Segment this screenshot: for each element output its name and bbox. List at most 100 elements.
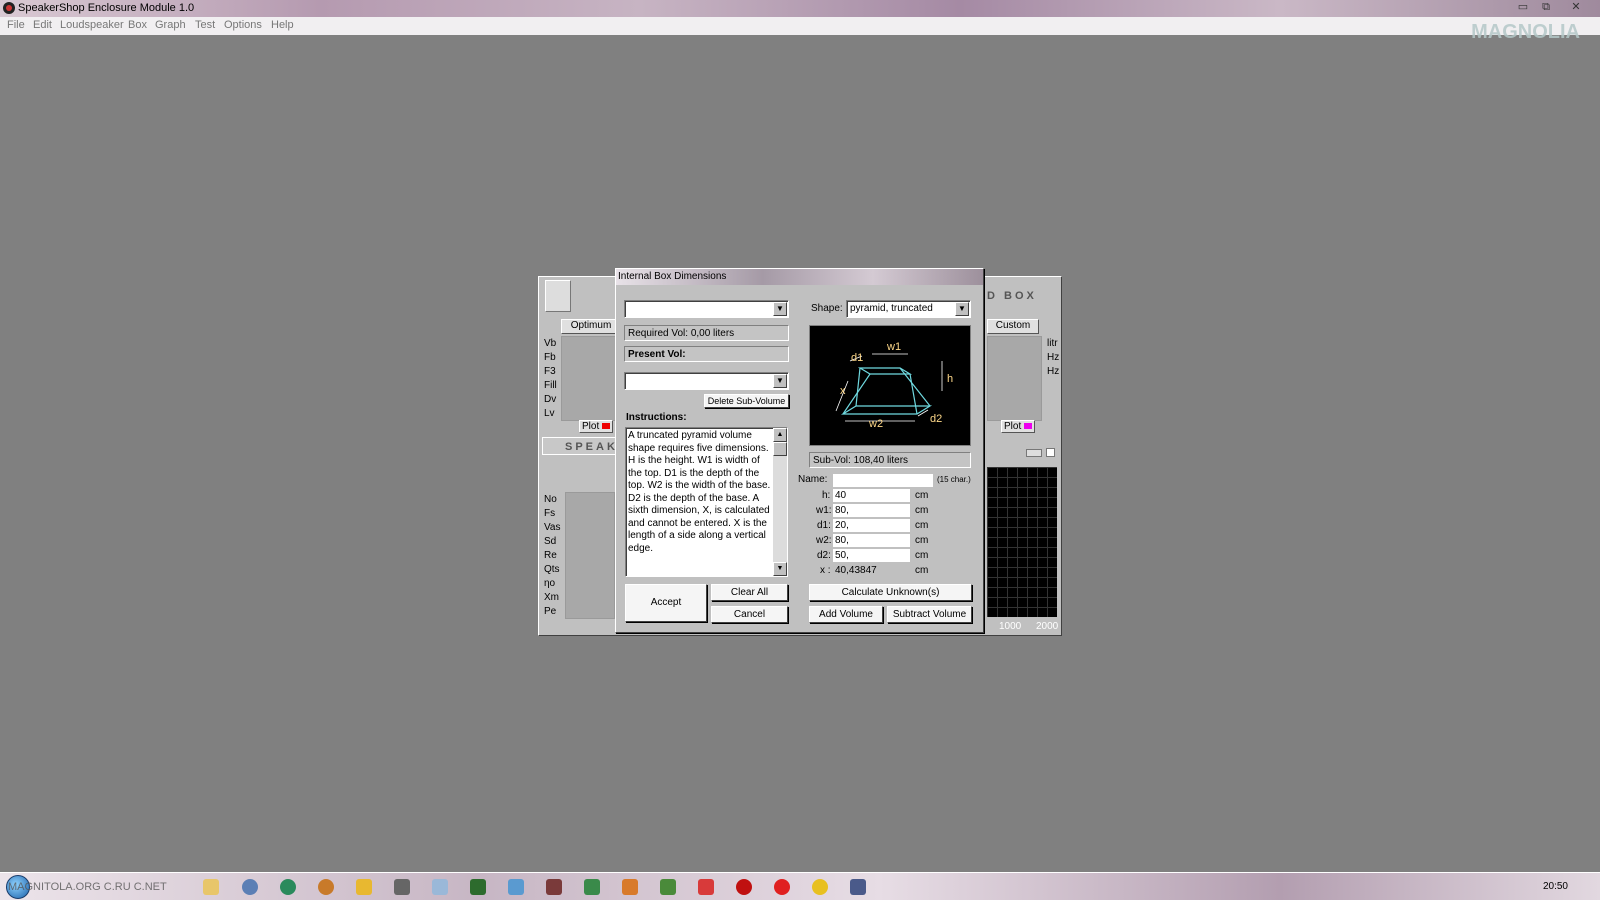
accept-button[interactable]: Accept bbox=[625, 584, 707, 622]
sub-vol-display: Sub-Vol: 108,40 liters bbox=[809, 452, 971, 468]
unit-f3: Hz bbox=[1047, 366, 1060, 377]
taskbar: MAGNITOLA.ORG C.RU C.NET 20:50 bbox=[0, 872, 1600, 900]
menu-bar: File Edit Loudspeaker Box Graph Test Opt… bbox=[0, 17, 1600, 35]
speaker-section-header: SPEAKE bbox=[542, 437, 625, 455]
param-fill: Fill bbox=[544, 380, 557, 391]
scroll-up-icon[interactable]: ▲ bbox=[773, 428, 787, 442]
w1-field[interactable] bbox=[833, 504, 910, 517]
unit-fb: Hz bbox=[1047, 352, 1060, 363]
x-value: 40,43847 bbox=[835, 565, 877, 576]
menu-box[interactable]: Box bbox=[128, 19, 147, 31]
plot-custom-button[interactable]: Plot bbox=[1001, 420, 1035, 433]
label-d2: d2 bbox=[930, 413, 942, 425]
menu-help[interactable]: Help bbox=[271, 19, 294, 31]
chevron-down-icon[interactable]: ▼ bbox=[773, 302, 787, 316]
graph-toolbar-icon[interactable] bbox=[1026, 449, 1042, 457]
brush-icon[interactable] bbox=[508, 879, 524, 895]
explorer-icon[interactable] bbox=[203, 879, 219, 895]
calculate-unknowns-button[interactable]: Calculate Unknown(s) bbox=[809, 584, 972, 601]
present-vol-display: Present Vol: bbox=[624, 346, 789, 362]
label-w2: w2 bbox=[868, 418, 883, 430]
clear-all-button[interactable]: Clear All bbox=[711, 584, 788, 601]
menu-graph[interactable]: Graph bbox=[155, 19, 186, 31]
instructions-scrollbar[interactable]: ▲ ▼ bbox=[773, 428, 787, 576]
title-bar: SpeakerShop Enclosure Module 1.0 ▭ ⧉ ✕ bbox=[0, 0, 1600, 17]
subtract-volume-button[interactable]: Subtract Volume bbox=[887, 606, 972, 623]
yandex-icon[interactable] bbox=[774, 879, 790, 895]
tree-icon[interactable] bbox=[660, 879, 676, 895]
param-sd: Sd bbox=[544, 536, 557, 547]
optimum-values bbox=[561, 336, 616, 421]
menu-file[interactable]: File bbox=[7, 19, 25, 31]
window-title: SpeakerShop Enclosure Module 1.0 bbox=[18, 2, 195, 14]
h-field[interactable] bbox=[833, 489, 910, 502]
menu-test[interactable]: Test bbox=[195, 19, 215, 31]
speaker-values bbox=[565, 492, 615, 619]
menu-edit[interactable]: Edit bbox=[33, 19, 52, 31]
restore-button[interactable]: ⧉ bbox=[1535, 1, 1557, 15]
docs-icon[interactable] bbox=[432, 879, 448, 895]
label-h: h bbox=[947, 373, 953, 385]
unit-x: cm bbox=[915, 565, 929, 576]
add-volume-button[interactable]: Add Volume bbox=[809, 606, 883, 623]
shape-label: Shape: bbox=[811, 303, 843, 314]
scroll-thumb[interactable] bbox=[773, 442, 787, 456]
menu-options[interactable]: Options bbox=[224, 19, 262, 31]
clock: 20:50 bbox=[1542, 881, 1568, 892]
stack-icon[interactable] bbox=[622, 879, 638, 895]
dialog-title: Internal Box Dimensions bbox=[618, 271, 727, 282]
unit-d1: cm bbox=[915, 520, 929, 531]
d2-field[interactable] bbox=[833, 549, 910, 562]
custom-tab[interactable]: Custom bbox=[987, 319, 1039, 334]
tool-icon[interactable] bbox=[584, 879, 600, 895]
d1-field[interactable] bbox=[833, 519, 910, 532]
subvolume-select[interactable]: ▼ bbox=[624, 372, 789, 390]
scroll-down-icon[interactable]: ▼ bbox=[773, 562, 787, 576]
plot-label: Plot bbox=[1003, 421, 1022, 432]
browser-icon[interactable] bbox=[280, 879, 296, 895]
opera-icon[interactable] bbox=[736, 879, 752, 895]
pdf-icon[interactable] bbox=[698, 879, 714, 895]
custom-values bbox=[987, 336, 1042, 421]
books-icon[interactable] bbox=[546, 879, 562, 895]
chevron-down-icon[interactable]: ▼ bbox=[955, 302, 969, 316]
dialog-title-bar: Internal Box Dimensions bbox=[616, 269, 983, 285]
shape-select[interactable]: pyramid, truncated ▼ bbox=[846, 300, 971, 318]
menu-loudspeaker[interactable]: Loudspeaker bbox=[60, 19, 124, 31]
param-re: Re bbox=[544, 550, 557, 561]
name-field[interactable] bbox=[833, 474, 933, 487]
optimum-tab[interactable]: Optimum bbox=[561, 319, 621, 334]
cancel-button[interactable]: Cancel bbox=[711, 606, 788, 623]
chrome-icon[interactable] bbox=[812, 879, 828, 895]
required-vol-display: Required Vol: 0,00 liters bbox=[624, 325, 789, 341]
calc-icon[interactable] bbox=[470, 879, 486, 895]
graph-tick-2000: 2000 bbox=[1036, 621, 1059, 632]
dim-label-w2: w2: bbox=[816, 535, 832, 546]
media-icon[interactable] bbox=[318, 879, 334, 895]
speaker-icon bbox=[545, 280, 571, 312]
player-icon[interactable] bbox=[356, 879, 372, 895]
mouse-icon[interactable] bbox=[394, 879, 410, 895]
chrome-alt-icon[interactable] bbox=[242, 879, 258, 895]
instructions-label: Instructions: bbox=[626, 412, 687, 423]
unit-vb: litr bbox=[1047, 338, 1058, 349]
graph-checkbox[interactable] bbox=[1046, 448, 1055, 457]
label-x: x bbox=[840, 385, 846, 397]
taskbar-watermark: MAGNITOLA.ORG C.RU C.NET bbox=[8, 881, 167, 893]
w2-field[interactable] bbox=[833, 534, 910, 547]
dim-label-h: h: bbox=[822, 490, 831, 501]
app-icon bbox=[3, 2, 15, 14]
instructions-textarea[interactable]: A truncated pyramid volume shape require… bbox=[625, 427, 788, 577]
volume-select[interactable]: ▼ bbox=[624, 300, 789, 318]
unit-h: cm bbox=[915, 490, 929, 501]
truncated-pyramid-diagram: w1 d1 h x w2 d2 bbox=[809, 325, 971, 446]
speakershop-icon[interactable] bbox=[850, 879, 866, 895]
name-label: Name: bbox=[798, 474, 828, 485]
plot-optimum-button[interactable]: Plot bbox=[579, 420, 613, 433]
chevron-down-icon[interactable]: ▼ bbox=[773, 374, 787, 388]
delete-subvolume-button[interactable]: Delete Sub-Volume bbox=[704, 394, 789, 408]
close-button[interactable]: ✕ bbox=[1565, 1, 1587, 15]
shape-select-value: pyramid, truncated bbox=[850, 303, 933, 314]
minimize-button[interactable]: ▭ bbox=[1512, 1, 1534, 15]
label-w1: w1 bbox=[886, 341, 901, 353]
